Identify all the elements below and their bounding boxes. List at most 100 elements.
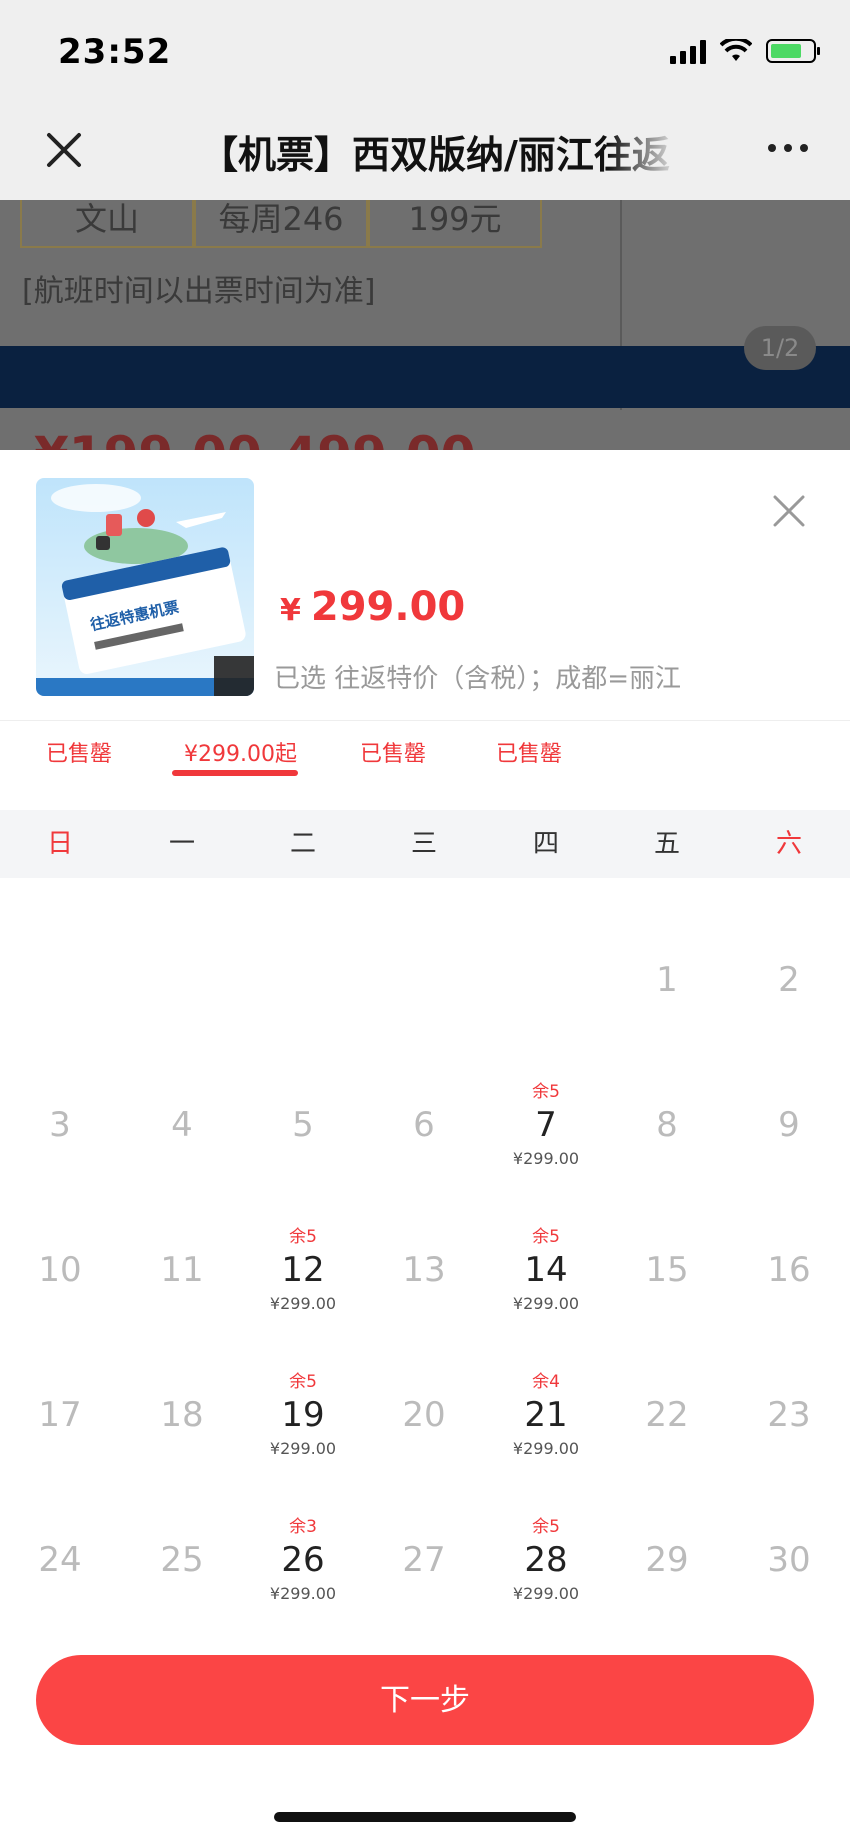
weekday-label: 日 [46,829,73,859]
calendar-day[interactable]: 余5 19 ¥299.00 [248,1371,358,1461]
day-number: 13 [402,1250,446,1290]
day-number: 9 [778,1105,800,1145]
day-stock [369,1226,479,1248]
day-number: 27 [402,1540,446,1580]
month-tab[interactable]: 已售罄 [360,736,426,768]
day-number: 10 [38,1250,82,1290]
calendar-day[interactable]: 余5 12 ¥299.00 [248,1226,358,1316]
image-pager: 1/2 [744,326,816,370]
day-price [369,1147,479,1171]
day-price [734,1002,844,1026]
close-sheet-icon[interactable] [772,494,806,528]
day-stock [127,1226,237,1248]
selected-price: ¥299.00 [280,584,465,630]
day-stock [127,1371,237,1393]
price-currency: ¥ [280,593,301,628]
background-price: ¥199.00-499.00 [34,426,475,450]
day-number: 28 [524,1540,568,1580]
day-price [5,1292,115,1316]
day-price [127,1147,237,1171]
day-number: 15 [645,1250,689,1290]
wifi-icon [720,39,752,61]
day-stock: 余5 [289,1227,317,1247]
weekday-label: 二 [289,829,316,859]
cellular-signal-icon [670,38,706,64]
day-number: 18 [160,1395,204,1435]
day-number: 21 [524,1395,568,1435]
day-number: 5 [292,1105,314,1145]
calendar-day[interactable]: 余5 14 ¥299.00 [491,1226,601,1316]
calendar-day: 24 [5,1516,115,1606]
calendar-day: 5 [248,1081,358,1171]
day-stock [127,1516,237,1538]
day-price: ¥299.00 [269,1584,337,1603]
day-number: 17 [38,1395,82,1435]
day-price: ¥299.00 [269,1294,337,1313]
month-tab[interactable]: 已售罄 [496,736,562,768]
weekday-label: 五 [653,829,680,859]
day-stock [734,1226,844,1248]
calendar-day: 3 [5,1081,115,1171]
calendar-day[interactable]: 余3 26 ¥299.00 [248,1516,358,1606]
day-stock [734,1081,844,1103]
day-stock [5,1226,115,1248]
weekday-label: 六 [775,829,802,859]
calendar-day: 20 [369,1371,479,1461]
day-price [369,1292,479,1316]
day-number: 6 [413,1105,435,1145]
table-cell: 文山 [20,200,194,248]
month-tab[interactable]: 已售罄 [46,736,112,768]
day-price [612,1292,722,1316]
day-stock: 余5 [289,1372,317,1392]
calendar-day[interactable]: 余5 7 ¥299.00 [491,1081,601,1171]
day-price [734,1292,844,1316]
day-stock [5,1371,115,1393]
calendar-day: 17 [5,1371,115,1461]
day-price [369,1437,479,1461]
day-number: 30 [767,1540,811,1580]
background-note: [航班时间以出票时间为准] [22,274,376,309]
calendar-day[interactable]: 余4 21 ¥299.00 [491,1371,601,1461]
day-price [369,1582,479,1606]
battery-icon [766,39,820,63]
day-stock [369,1081,479,1103]
close-icon[interactable] [44,130,84,170]
calendar-day: 25 [127,1516,237,1606]
calendar-day: 13 [369,1226,479,1316]
price-amount: 299.00 [310,584,466,630]
background-table: 文山 每周246 199元 [20,200,542,248]
next-step-button[interactable]: 下一步 [36,1655,814,1745]
day-stock [369,1371,479,1393]
day-price [5,1582,115,1606]
day-stock [127,1081,237,1103]
day-number: 14 [524,1250,568,1290]
day-stock: 余5 [532,1517,560,1537]
day-price [734,1437,844,1461]
calendar-day: 27 [369,1516,479,1606]
day-price [5,1147,115,1171]
home-indicator [274,1812,576,1822]
product-image[interactable]: 往返特惠机票 [36,478,254,696]
day-number: 16 [767,1250,811,1290]
sku-selector-sheet: 往返特惠机票 ¥299.00 已选 往返特价（含税）；成都=丽江 已售罄 ¥29… [0,450,850,1841]
day-price [127,1437,237,1461]
day-stock [248,1081,358,1103]
calendar-day[interactable]: 余5 28 ¥299.00 [491,1516,601,1606]
calendar-day: 30 [734,1516,844,1606]
month-tabs: 已售罄 ¥299.00起 已售罄 已售罄 [0,722,850,802]
day-stock: 余3 [289,1517,317,1537]
background-banner [0,346,850,408]
day-number: 3 [49,1105,71,1145]
calendar-day: 23 [734,1371,844,1461]
day-number: 25 [160,1540,204,1580]
calendar-day: 16 [734,1226,844,1316]
top-bar: 23:52 【机票】西双版纳/丽江往返 [0,0,850,200]
more-options-icon[interactable] [768,144,808,152]
month-tab-active[interactable]: ¥299.00起 [184,736,297,768]
day-number: 26 [281,1540,325,1580]
weekday-label: 三 [410,829,437,859]
day-number: 23 [767,1395,811,1435]
day-price [5,1437,115,1461]
status-icons [670,38,820,64]
day-number: 7 [535,1105,557,1145]
